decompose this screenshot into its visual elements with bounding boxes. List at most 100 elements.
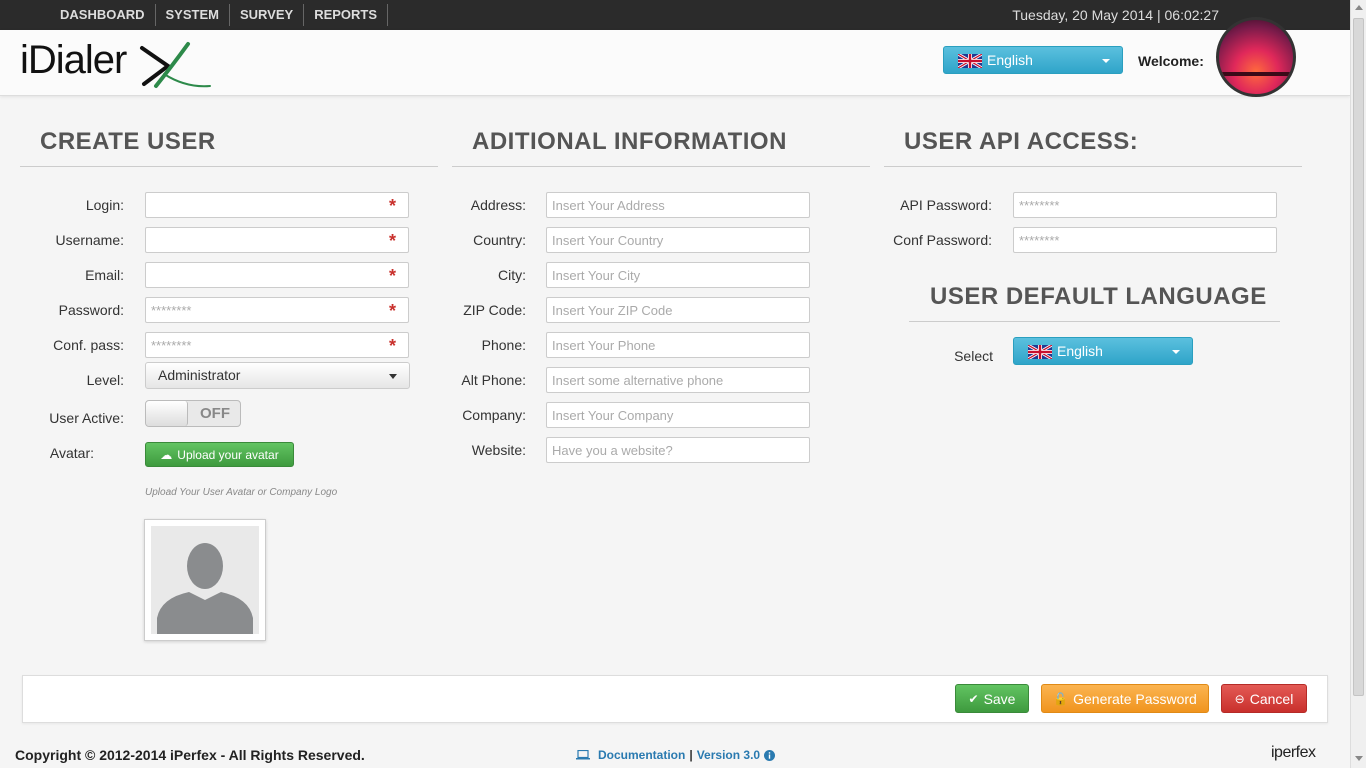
- top-nav-bar: DASHBOARD SYSTEM SURVEY REPORTS Tuesday,…: [0, 0, 1350, 30]
- required-icon: *: [389, 196, 397, 216]
- iperfex-logo: iperfex: [1271, 744, 1316, 761]
- level-select[interactable]: Administrator: [145, 362, 410, 389]
- country-field[interactable]: [546, 227, 810, 253]
- password-label: Password:: [58, 302, 124, 318]
- create-user-divider: [20, 166, 438, 167]
- laptop-icon: [576, 750, 590, 760]
- required-icon: *: [389, 336, 397, 356]
- main-menu: DASHBOARD SYSTEM SURVEY REPORTS: [50, 0, 389, 30]
- username-field[interactable]: [145, 227, 409, 253]
- level-value: Administrator: [158, 367, 241, 383]
- generate-password-button[interactable]: 🔓 Generate Password: [1041, 684, 1209, 713]
- cancel-label: Cancel: [1249, 690, 1294, 707]
- avatar-horizon: [1219, 72, 1293, 76]
- scrollbar-thumb[interactable]: [1353, 18, 1364, 696]
- chevron-down-icon: [1102, 59, 1110, 63]
- additional-info-title: ADITIONAL INFORMATION: [472, 128, 787, 155]
- select-label: Select: [954, 348, 993, 364]
- copyright-text: Copyright © 2012-2014 iPerfex - All Righ…: [15, 747, 365, 763]
- user-avatar[interactable]: [1216, 17, 1296, 97]
- conf-api-password-field[interactable]: [1013, 227, 1277, 253]
- vertical-scrollbar[interactable]: [1350, 0, 1366, 768]
- required-icon: *: [389, 231, 397, 251]
- default-language-title: USER DEFAULT LANGUAGE: [930, 283, 1267, 310]
- language-dropdown[interactable]: English: [943, 46, 1123, 74]
- conf-pass-field[interactable]: [145, 332, 409, 358]
- city-label: City:: [498, 267, 526, 283]
- create-user-title: CREATE USER: [40, 128, 216, 155]
- avatar-preview: [144, 519, 266, 641]
- toggle-knob: [146, 401, 188, 426]
- check-circle-icon: ✔: [968, 691, 979, 706]
- website-field[interactable]: [546, 437, 810, 463]
- company-label: Company:: [462, 407, 526, 423]
- cancel-button[interactable]: ⊖ Cancel: [1221, 684, 1307, 713]
- required-icon: *: [389, 266, 397, 286]
- nav-dashboard[interactable]: DASHBOARD: [50, 4, 156, 26]
- nav-survey[interactable]: SURVEY: [230, 4, 305, 26]
- header: iDialer English Welcome:: [0, 17, 1350, 97]
- minus-circle-icon: ⊖: [1234, 691, 1245, 706]
- chevron-down-icon: [389, 374, 397, 379]
- default-language-dropdown[interactable]: English: [1013, 337, 1193, 365]
- phone-label: Phone:: [481, 337, 526, 353]
- version-link[interactable]: Version 3.0: [697, 748, 760, 762]
- avatar-label: Avatar:: [49, 445, 94, 461]
- api-password-field[interactable]: [1013, 192, 1277, 218]
- save-label: Save: [983, 690, 1016, 707]
- footer-separator: |: [689, 748, 693, 762]
- logo-x-icon: [140, 42, 211, 88]
- scroll-down-icon[interactable]: [1355, 756, 1363, 761]
- upload-hint: Upload Your User Avatar or Company Logo: [145, 487, 338, 498]
- api-password-label: API Password:: [900, 197, 992, 213]
- upload-avatar-button[interactable]: ☁ Upload your avatar: [145, 442, 294, 467]
- email-field[interactable]: [145, 262, 409, 288]
- login-label: Login:: [85, 197, 124, 213]
- default-language-divider: [909, 321, 1280, 322]
- website-label: Website:: [471, 442, 526, 458]
- language-label: English: [987, 52, 1033, 68]
- default-user-icon: [151, 526, 259, 634]
- default-language-value: English: [1057, 343, 1103, 359]
- email-label: Email:: [85, 267, 124, 283]
- address-field[interactable]: [546, 192, 810, 218]
- alt-phone-field[interactable]: [546, 367, 810, 393]
- logo-text: iDialer: [20, 38, 127, 82]
- conf-password-label: Conf Password:: [893, 232, 992, 248]
- login-field[interactable]: [145, 192, 409, 218]
- scroll-up-icon[interactable]: [1355, 5, 1363, 10]
- documentation-link[interactable]: Documentation: [598, 748, 685, 762]
- info-icon[interactable]: [764, 749, 776, 761]
- additional-info-divider: [452, 166, 870, 167]
- required-icon: *: [389, 301, 397, 321]
- zip-code-field[interactable]: [546, 297, 810, 323]
- unlock-icon: 🔓: [1053, 691, 1069, 706]
- city-field[interactable]: [546, 262, 810, 288]
- user-active-label: User Active:: [49, 410, 124, 426]
- nav-reports[interactable]: REPORTS: [304, 4, 389, 26]
- chevron-down-icon: [1172, 350, 1180, 354]
- generate-password-label: Generate Password: [1073, 690, 1197, 707]
- welcome-label: Welcome:: [1138, 53, 1204, 69]
- username-label: Username:: [55, 232, 124, 248]
- upload-avatar-label: Upload your avatar: [177, 447, 279, 462]
- footer-links: Documentation | Version 3.0: [576, 748, 776, 762]
- nav-system[interactable]: SYSTEM: [156, 4, 230, 26]
- conf-pass-label: Conf. pass:: [53, 337, 124, 353]
- user-active-toggle[interactable]: OFF: [145, 400, 241, 427]
- phone-field[interactable]: [546, 332, 810, 358]
- company-field[interactable]: [546, 402, 810, 428]
- save-button[interactable]: ✔ Save: [955, 684, 1029, 713]
- country-label: Country:: [473, 232, 526, 248]
- alt-phone-label: Alt Phone:: [461, 372, 526, 388]
- level-label: Level:: [86, 372, 124, 388]
- api-access-divider: [884, 166, 1302, 167]
- toggle-state: OFF: [200, 405, 230, 422]
- datetime-display: Tuesday, 20 May 2014 | 06:02:27: [1012, 7, 1219, 23]
- uk-flag-icon: [958, 54, 982, 68]
- zip-code-label: ZIP Code:: [463, 302, 526, 318]
- address-label: Address:: [470, 197, 526, 213]
- cloud-upload-icon: ☁: [160, 447, 173, 462]
- uk-flag-icon: [1028, 345, 1052, 359]
- password-field[interactable]: [145, 297, 409, 323]
